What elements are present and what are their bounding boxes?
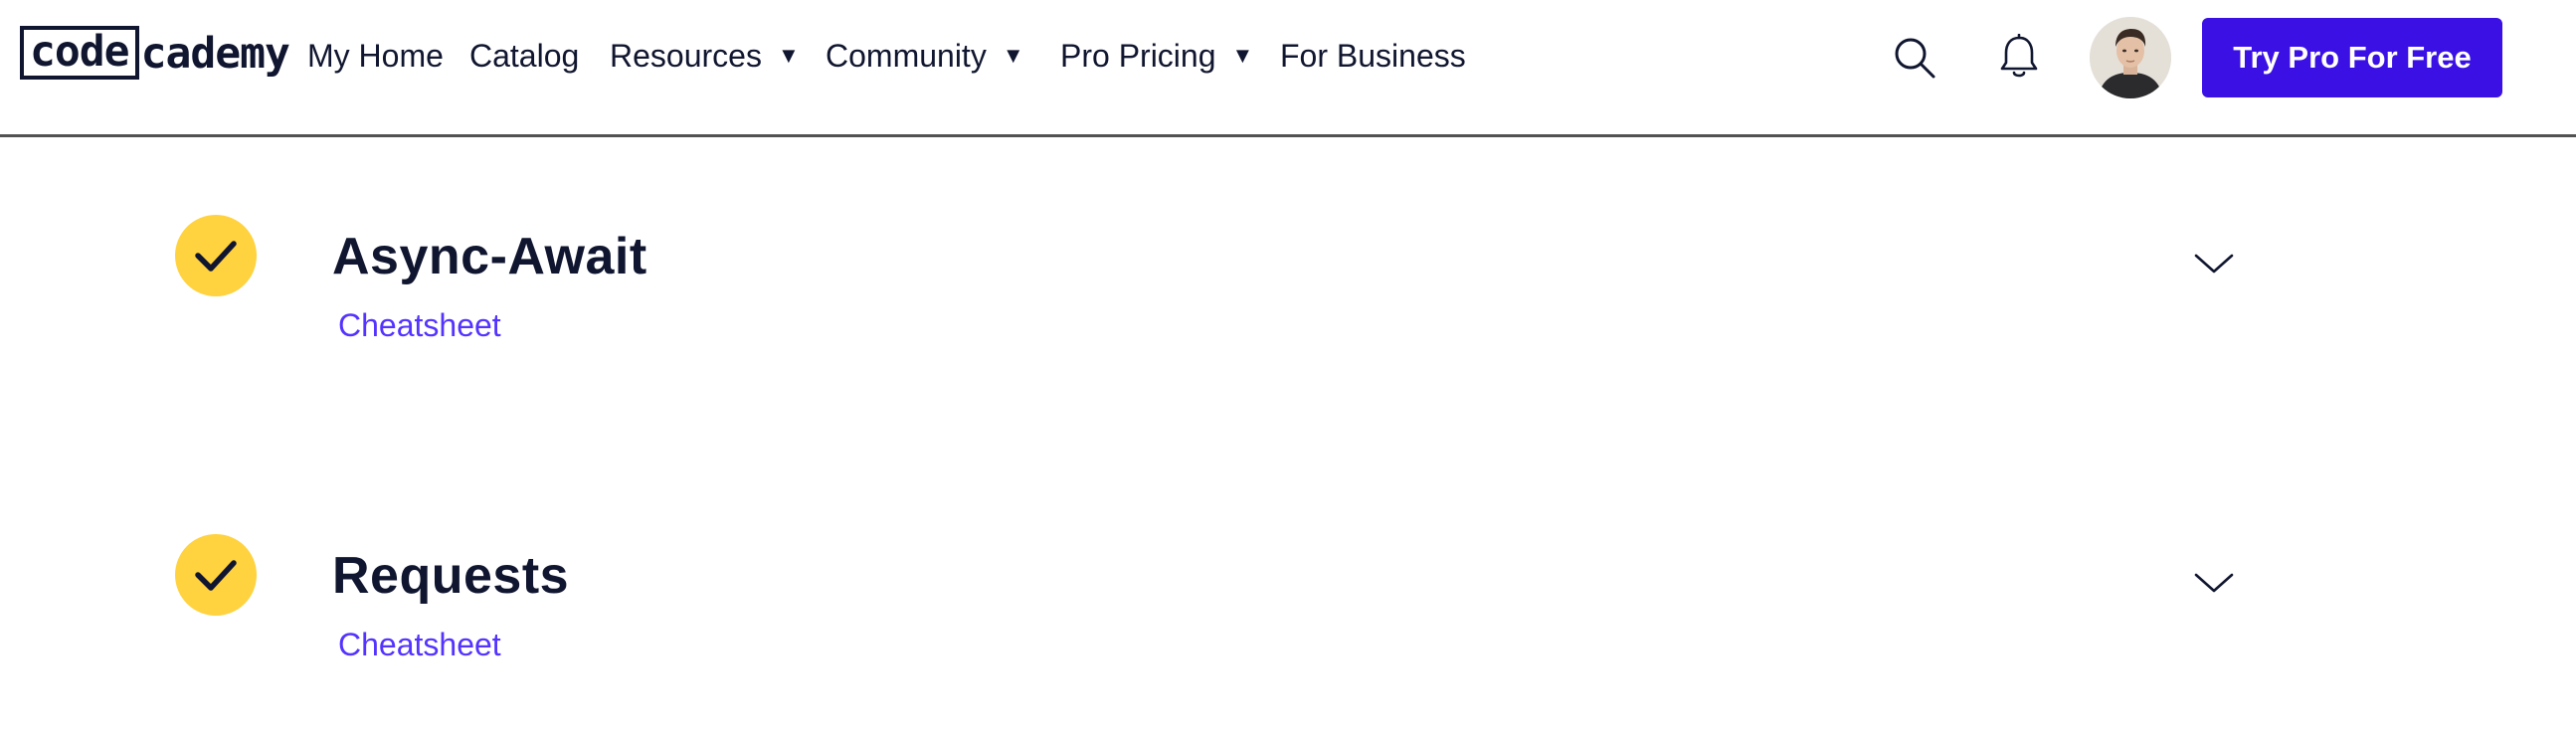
- module-row: Requests Cheatsheet: [0, 528, 2576, 687]
- cheatsheet-link[interactable]: Cheatsheet: [338, 627, 501, 663]
- caret-down-icon: ▼: [1231, 43, 1254, 68]
- bell-icon[interactable]: [1999, 33, 2039, 80]
- nav-community-label: Community: [826, 37, 987, 74]
- codecademy-logo[interactable]: code cademy: [20, 26, 290, 80]
- try-pro-button[interactable]: Try Pro For Free: [2202, 18, 2502, 97]
- nav-catalog[interactable]: Catalog: [469, 34, 579, 78]
- user-avatar[interactable]: [2090, 17, 2171, 98]
- chevron-down-icon[interactable]: [2193, 570, 2235, 596]
- nav-for-business-label: For Business: [1280, 37, 1466, 74]
- nav-catalog-label: Catalog: [469, 37, 580, 74]
- nav-resources-dropdown[interactable]: Resources ▼: [610, 34, 800, 78]
- module-title: Requests: [332, 547, 570, 605]
- nav-pro-pricing-label: Pro Pricing: [1060, 37, 1216, 74]
- logo-text: cademy: [140, 29, 290, 79]
- nav-for-business[interactable]: For Business: [1280, 34, 1466, 78]
- completed-check-icon: [175, 534, 257, 616]
- top-navigation-bar: code cademy My Home Catalog Resources ▼ …: [0, 0, 2576, 137]
- caret-down-icon: ▼: [1002, 43, 1024, 68]
- completed-check-icon: [175, 215, 257, 296]
- logo-boxed-text: code: [20, 26, 139, 80]
- nav-my-home-label: My Home: [307, 37, 444, 74]
- nav-my-home[interactable]: My Home: [307, 34, 444, 78]
- module-title: Async-Await: [332, 228, 647, 285]
- nav-pro-pricing-dropdown[interactable]: Pro Pricing ▼: [1060, 34, 1253, 78]
- chevron-down-icon[interactable]: [2193, 251, 2235, 276]
- module-row: Async-Await Cheatsheet: [0, 209, 2576, 368]
- search-icon[interactable]: [1893, 36, 1936, 80]
- nav-resources-label: Resources: [610, 37, 762, 74]
- caret-down-icon: ▼: [777, 43, 800, 68]
- cheatsheet-link[interactable]: Cheatsheet: [338, 307, 501, 344]
- nav-community-dropdown[interactable]: Community ▼: [826, 34, 1024, 78]
